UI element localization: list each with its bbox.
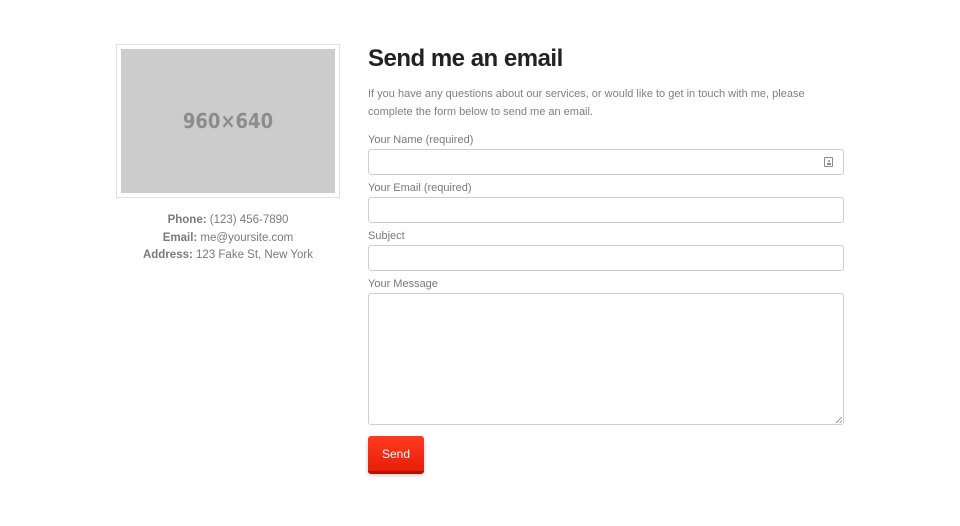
contact-phone: Phone: (123) 456-7890 <box>116 212 340 230</box>
phone-value: (123) 456-7890 <box>206 214 289 226</box>
subject-field[interactable] <box>368 245 844 271</box>
contact-sidebar: 960×640 Phone: (123) 456-7890 Email: me@… <box>116 44 340 265</box>
contact-form-section: Send me an email If you have any questio… <box>368 44 844 471</box>
placeholder-image: 960×640 <box>121 49 335 193</box>
contact-form: Your Name (required) Your Email (require… <box>368 133 844 471</box>
email-label: Email: <box>162 231 198 244</box>
name-field-label: Your Name (required) <box>368 134 474 146</box>
page: 960×640 Phone: (123) 456-7890 Email: me@… <box>0 0 960 526</box>
email-field-label: Your Email (required) <box>368 182 472 194</box>
name-field[interactable] <box>368 149 844 175</box>
email-field[interactable] <box>368 197 844 223</box>
contact-info: Phone: (123) 456-7890 Email: me@yoursite… <box>116 212 340 265</box>
message-field-group: Your Message <box>368 277 844 425</box>
page-title: Send me an email <box>368 45 563 72</box>
subject-field-group: Subject <box>368 229 844 271</box>
message-textarea[interactable] <box>368 293 844 425</box>
contact-email: Email: me@yoursite.com <box>116 230 340 248</box>
email-value: me@yoursite.com <box>197 231 294 244</box>
intro-text: If you have any questions about our serv… <box>368 88 805 118</box>
address-value: 123 Fake St, New York <box>192 249 314 261</box>
phone-label: Phone: <box>167 214 207 226</box>
email-field-group: Your Email (required) <box>368 181 844 223</box>
profile-image-frame: 960×640 <box>116 44 340 198</box>
contact-card-icon[interactable] <box>824 157 833 167</box>
message-field-label: Your Message <box>368 278 438 290</box>
subject-field-label: Subject <box>368 230 405 242</box>
contact-address: Address: 123 Fake St, New York <box>116 247 340 265</box>
placeholder-dimensions-text: 960×640 <box>182 109 274 133</box>
resize-grip-icon[interactable] <box>836 417 842 423</box>
address-label: Address: <box>142 249 193 261</box>
name-field-group: Your Name (required) <box>368 133 844 175</box>
send-button[interactable]: Send <box>368 436 424 471</box>
